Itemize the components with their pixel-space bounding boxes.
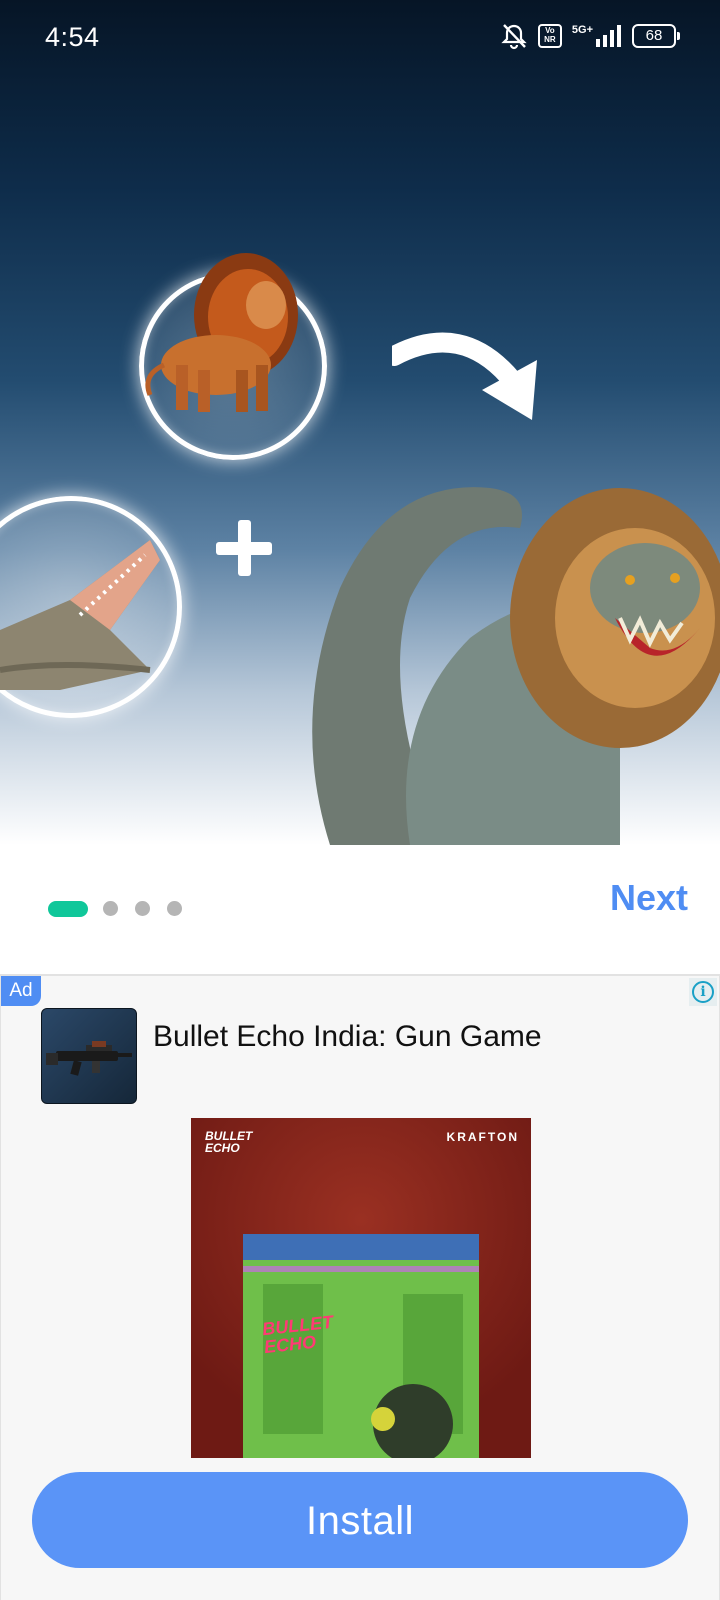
lion-crocodile-hybrid-image — [312, 487, 720, 845]
status-icons: Vo NR 5G+ 68 — [500, 22, 680, 50]
battery-icon: 68 — [632, 24, 680, 48]
status-bar: 4:54 Vo NR 5G+ 68 — [0, 0, 720, 78]
page-indicator-dot — [103, 901, 118, 916]
ad-creative-image[interactable]: BULLET ECHO KRAFTON BULLET ECHO — [191, 1118, 531, 1458]
page-indicator-dot — [135, 901, 150, 916]
ad-info-button[interactable]: i — [689, 978, 717, 1006]
app-title[interactable]: Bullet Echo India: Gun Game — [153, 1020, 542, 1054]
next-button[interactable]: Next — [610, 867, 688, 929]
app-icon[interactable] — [41, 1008, 137, 1104]
plus-icon — [216, 520, 272, 576]
status-time: 4:54 — [45, 22, 100, 52]
onboarding-hero: 4:54 Vo NR 5G+ 68 — [0, 0, 720, 845]
signal-group: 5G+ — [572, 25, 622, 47]
onboarding-pager: Next — [0, 845, 720, 975]
signal-bars-icon — [596, 25, 621, 47]
mute-bell-icon — [501, 24, 527, 50]
page-indicator-dot — [167, 901, 182, 916]
info-icon: i — [692, 981, 714, 1003]
network-type: 5G+ — [571, 24, 593, 36]
page-indicator-active — [48, 901, 88, 917]
rifle-icon — [46, 1041, 132, 1076]
curved-arrow-icon — [392, 332, 537, 420]
install-button[interactable]: Install — [32, 1472, 688, 1568]
crocodile-image — [0, 540, 160, 690]
vonr-badge: Vo NR — [537, 24, 562, 48]
creative-game-logo: BULLET ECHO — [205, 1129, 253, 1155]
lion-image — [145, 253, 298, 412]
ad-badge: Ad — [1, 976, 41, 1006]
creative-publisher-logo: KRAFTON — [446, 1130, 519, 1144]
